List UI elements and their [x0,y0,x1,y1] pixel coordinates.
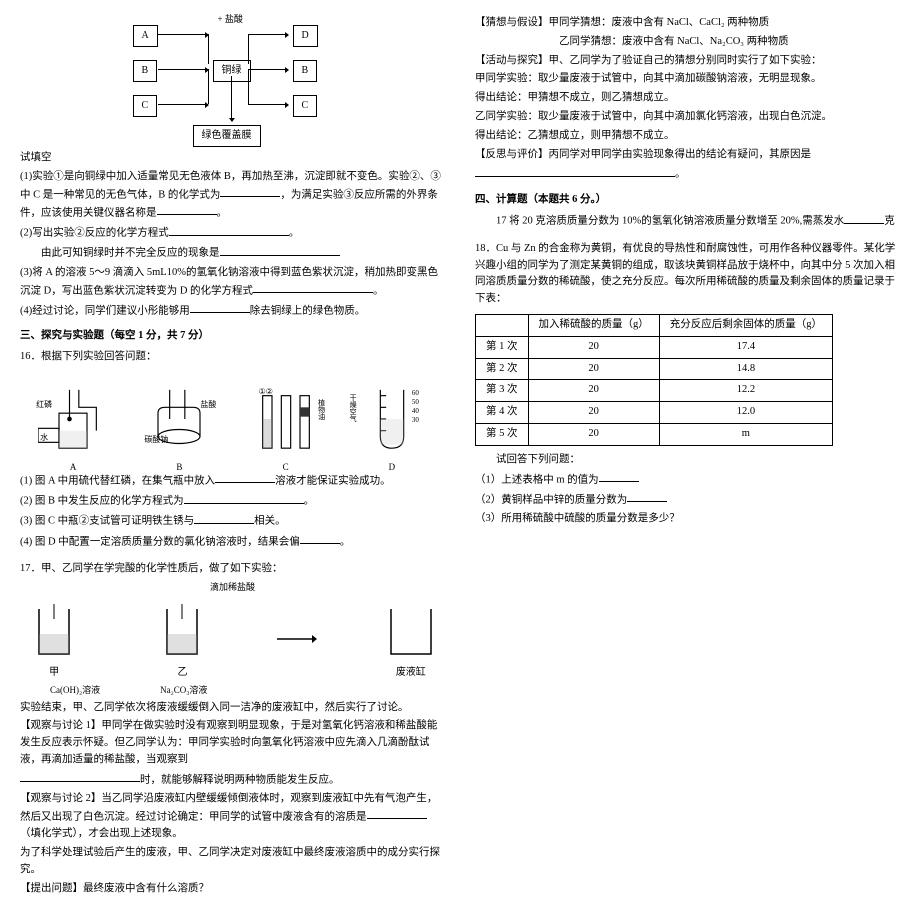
table-row: 第 1 次2017.4 [476,336,833,358]
table-header: 充分反应后剩余固体的质量（g） [659,314,832,336]
data-table: 加入稀硫酸的质量（g） 充分反应后剩余固体的质量（g） 第 1 次2017.4 … [475,314,833,446]
text: 得出结论：乙猜想成立，则甲猜想不成立。 [475,128,900,145]
box-d: D [293,25,318,47]
table-header: 加入稀硫酸的质量（g） [528,314,659,336]
fig-a: 红磷 水 A [38,384,108,464]
text: 乙同学实验：取少量废液于试管中，向其中滴加氯化钙溶液，出现白色沉淀。 [475,109,900,126]
text: 【提出问题】最终废液中含有什么溶质？ [20,881,445,898]
beaker-2: 乙 [148,604,216,681]
q16: 16．根据下列实验回答问题： [20,349,445,366]
text: 【活动与探究】甲、乙同学为了验证自己的猜想分别同时实行了如下实验： [475,53,900,70]
box-b: B [133,60,158,82]
text: (3) 图 C 中瓶②支试管可证明铁生锈与相关。 [20,512,445,530]
text: 滴加稀盐酸 [20,580,445,594]
box-c: C [133,95,158,117]
flow-diagram: A B C 铜绿 D B C 绿色覆盖膜 + 盐酸 [113,20,353,140]
top-label: + 盐酸 [218,12,243,26]
text: 乙同学猜想：废液中含有 NaCl、Na₂CO₃ 两种物质 [475,34,900,51]
fig-c: ①② 植物油 C [251,384,321,464]
box-b2: B [293,60,318,82]
table-row: 第 4 次2012.0 [476,402,833,424]
table-row: 第 2 次2014.8 [476,358,833,380]
table-row: 第 3 次2012.2 [476,380,833,402]
text: Ca(OH)₂溶液Na₂CO₃溶液 [20,683,445,697]
section-3-title: 三、探究与实验题（每空 1 分，共 7 分） [20,328,445,345]
beaker-row: 甲 乙 废液缸 [20,604,445,681]
q17: 17．甲、乙同学在学完酸的化学性质后，做了如下实验： [20,561,445,578]
text: 【观察与讨论 2】当乙同学沿废液缸内壁缓缓倾倒液体时，观察到废液缸中先有气泡产生… [20,791,445,843]
beaker-3: 废液缸 [377,604,445,681]
section-4-title: 四、计算题（本题共 6 分。） [475,192,900,209]
arrow-icon [277,634,317,651]
text: （2）黄铜样品中锌的质量分数为 [475,491,900,509]
box-a: A [133,25,158,47]
text: 得出结论：甲猜想不成立，则乙猜想成立。 [475,90,900,107]
box-bottom: 绿色覆盖膜 [193,125,261,147]
text: 17 将 20 克溶质质量分数为 10%的氢氧化钠溶液质量分数增至 20%,需蒸… [475,212,900,230]
text: (2)写出实验②反应的化学方程式。 [20,224,445,242]
text: （3）所用稀硫酸中硫酸的质量分数是多少？ [475,511,900,528]
text: 【观察与讨论 1】甲同学在做实验时没有观察到明显现象，于是对氢氧化钙溶液和稀盐酸… [20,718,445,768]
fig-b: 盐酸 碳酸钠 B [144,384,214,464]
box-mid: 铜绿 [213,60,251,82]
box-c2: C [293,95,318,117]
text: 。 [475,165,900,183]
text: (1)实验①是向铜绿中加入适量常见无色液体 B，再加热至沸，沉淀即就不变色。实验… [20,169,445,222]
text: 为了科学处理试验后产生的废液，甲、乙同学决定对废液缸中最终废液溶质中的成分实行探… [20,845,445,879]
q18: 18．Cu 与 Zn 的合金称为黄铜，有优良的导热性和耐腐蚀性，可用作各种仪器零… [475,241,900,308]
text: 时，就能够解释说明两种物质能发生反应。 [20,771,445,789]
text: 由此可知铜绿时并不完全反应的现象是 [20,244,445,262]
text: 实验结束，甲、乙同学依次将废液缓缓倒入同一洁净的废液缸中，然后实行了讨论。 [20,700,445,717]
text: (3)将 A 的溶液 5～9 滴滴入 5mL10%的氢氧化钠溶液中得到蓝色紫状沉… [20,265,445,300]
text: (2) 图 B 中发生反应的化学方程式为。 [20,492,445,510]
text: 试回答下列问题： [475,452,900,469]
text: （1）上述表格中 m 的值为 [475,471,900,489]
text: 试填空 [20,150,445,167]
text: (4)经过讨论，同学们建议小彤能够用除去铜绿上的绿色物质。 [20,302,445,320]
figure-row: 红磷 水 A 盐酸 碳酸钠 B ①② 植物油 C 60504030 干燥空气 D [20,374,445,464]
text: 【猜想与假设】甲同学猜想：废液中含有 NaCl、CaCl₂ 两种物质 [475,15,900,32]
text: 甲同学实验：取少量废液于试管中，向其中滴加碳酸钠溶液，无明显现象。 [475,71,900,88]
table-row: 第 5 次20m [476,423,833,445]
text: (4) 图 D 中配置一定溶质质量分数的氯化钠溶液时，结果会偏。 [20,533,445,551]
table-row: 加入稀硫酸的质量（g） 充分反应后剩余固体的质量（g） [476,314,833,336]
fig-d: 60504030 干燥空气 D [357,384,427,464]
text: 【反思与评价】丙同学对甲同学由实验现象得出的结论有疑问，其原因是 [475,147,900,164]
beaker-1: 甲 [20,604,88,681]
